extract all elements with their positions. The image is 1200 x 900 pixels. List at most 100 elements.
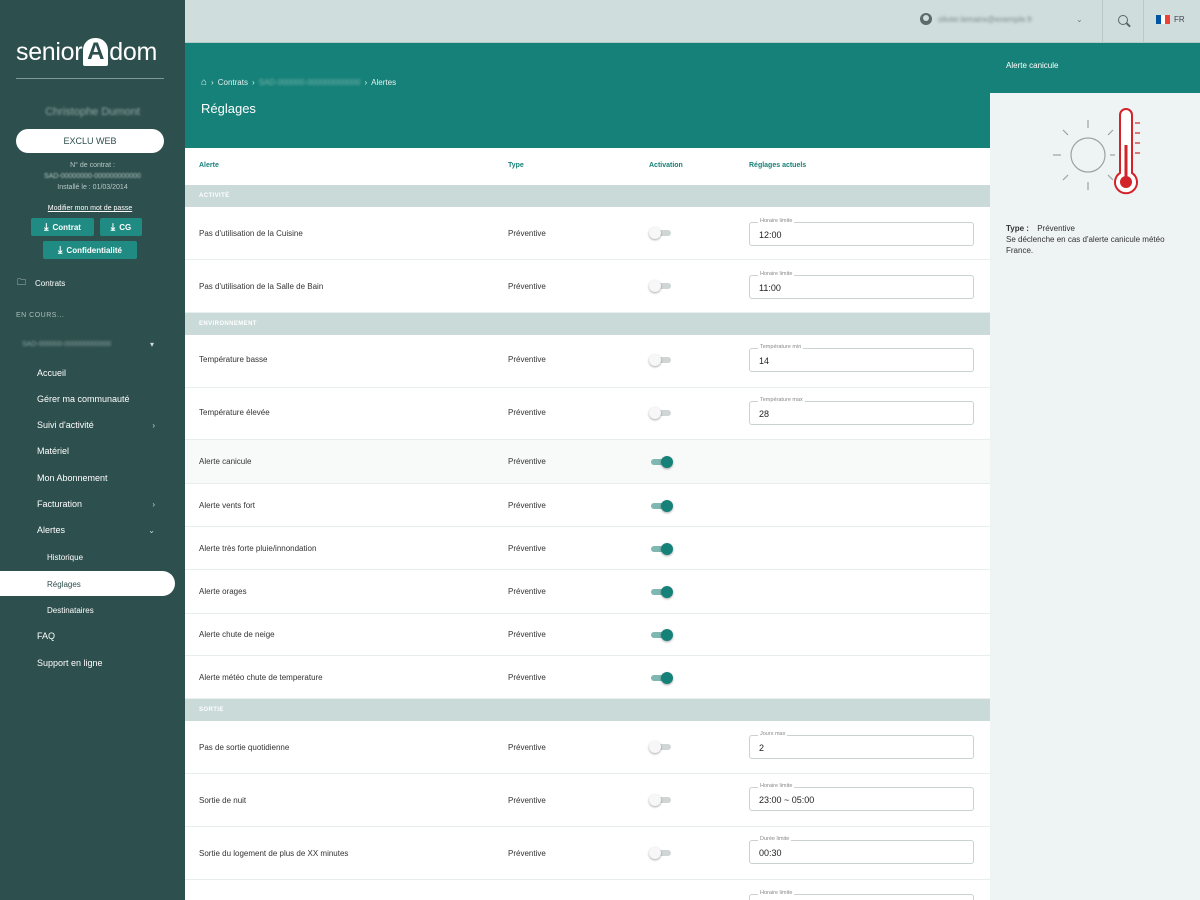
chevron-down-icon[interactable]: ▾ <box>150 340 154 349</box>
field-label: Température min <box>758 344 804 350</box>
breadcrumb: ⌂ › Contrats › SAD-000000-000000000000 ›… <box>201 77 396 88</box>
sidebar: senior A dom Christophe Dumont EXCLU WEB… <box>0 0 185 900</box>
table-row: Température élevée Préventive Températur… <box>185 388 990 440</box>
field-label: Durée limite <box>758 836 792 842</box>
table-row: Alerte météo chute de temperature Préven… <box>185 656 990 699</box>
chevron-right-icon: › <box>152 499 155 509</box>
activation-toggle[interactable] <box>649 280 673 292</box>
table-row: Pas d'utilisation de la Salle de Bain Pr… <box>185 260 990 313</box>
field-value: 11:00 <box>759 283 781 293</box>
table-row: Pas d'utilisation de la Cuisine Préventi… <box>185 207 990 260</box>
brand-text-right: dom <box>109 37 158 66</box>
setting-field[interactable]: Horaire limite 11:00 <box>749 271 974 299</box>
home-icon[interactable]: ⌂ <box>201 77 207 88</box>
table-row: Alerte très forte pluie/innondation Prév… <box>185 527 990 570</box>
activation-toggle[interactable] <box>649 543 673 555</box>
nav-destinataires[interactable]: Destinataires <box>0 603 185 617</box>
exclu-web-button[interactable]: EXCLU WEB <box>16 129 164 153</box>
setting-field[interactable]: Horaire limite 12:00 <box>749 218 974 246</box>
activation-toggle[interactable] <box>649 847 673 859</box>
field-value: 14 <box>759 356 770 366</box>
setting-field[interactable]: Horaire limite 23:00 ~ 05:00 <box>749 783 974 811</box>
activation-toggle[interactable] <box>649 456 673 468</box>
nav-accueil[interactable]: Accueil <box>0 366 185 380</box>
field-label: Horaire limite <box>758 890 795 896</box>
table-row[interactable]: Alerte canicule Préventive <box>185 440 990 484</box>
nav-contrats[interactable]: 🗀 Contrats <box>0 277 185 289</box>
setting-field[interactable]: Température max 28 <box>749 397 974 425</box>
alert-type: Préventive <box>508 849 546 858</box>
setting-field[interactable]: Température min 14 <box>749 344 974 372</box>
breadcrumb-contrats[interactable]: Contrats <box>218 78 248 87</box>
panel-header: Alerte canicule <box>990 43 1200 93</box>
nav-alertes[interactable]: Alertes ⌄ <box>0 523 185 537</box>
activation-toggle[interactable] <box>649 672 673 684</box>
download-contrat-button[interactable]: ⤓ Contrat <box>31 218 94 236</box>
logo-divider <box>16 78 164 79</box>
activation-toggle[interactable] <box>649 354 673 366</box>
setting-field[interactable]: Horaire limite <box>749 890 974 900</box>
activation-toggle[interactable] <box>649 629 673 641</box>
table-row: Horaire limite <box>185 880 990 900</box>
field-value: 2 <box>759 743 765 753</box>
current-contract-select[interactable]: SAD-000000-000000000000 <box>22 341 157 351</box>
nav-suivi-activite[interactable]: Suivi d'activité › <box>0 418 185 432</box>
panel-type-label: Type : <box>1006 224 1029 233</box>
alert-type: Préventive <box>508 501 546 510</box>
alert-type: Préventive <box>508 544 546 553</box>
topbar-divider <box>1102 0 1103 43</box>
breadcrumb-separator: › <box>211 78 214 87</box>
column-header-activation: Activation <box>649 162 683 169</box>
panel-title: Alerte canicule <box>1006 61 1059 70</box>
nav-abonnement[interactable]: Mon Abonnement <box>0 471 185 485</box>
nav-label: Alertes <box>37 525 66 535</box>
alert-type: Préventive <box>508 796 546 805</box>
language-selector[interactable]: FR <box>1156 15 1185 24</box>
field-label: Jours max <box>758 731 788 737</box>
nav-facturation[interactable]: Facturation › <box>0 497 185 511</box>
download-cg-button[interactable]: ⤓ CG <box>100 218 142 236</box>
install-date: Installé le : 01/03/2014 <box>57 184 128 191</box>
alert-name: Alerte canicule <box>199 457 252 466</box>
activation-toggle[interactable] <box>649 407 673 419</box>
brand-text-left: senior <box>16 37 83 66</box>
nav-historique[interactable]: Historique <box>0 550 185 564</box>
breadcrumb-alertes[interactable]: Alertes <box>371 78 396 87</box>
nav-materiel[interactable]: Matériel <box>0 444 185 458</box>
activation-toggle[interactable] <box>649 586 673 598</box>
france-flag-icon <box>1156 15 1171 24</box>
nav-gerer-communaute[interactable]: Gérer ma communauté <box>0 392 185 406</box>
alert-name: Sortie de nuit <box>199 796 247 805</box>
user-menu[interactable]: olivier.lemaire@exemple.fr ⌄ <box>920 13 1083 25</box>
user-account-icon <box>920 13 932 25</box>
field-label: Horaire limite <box>758 271 795 277</box>
download-icon: ⤓ <box>110 221 116 233</box>
download-confidentialite-button[interactable]: ⤓ Confidentialité <box>43 241 137 259</box>
nav-reglages[interactable]: Réglages <box>0 577 185 591</box>
breadcrumb-contract[interactable]: SAD-000000-000000000000 <box>259 78 361 87</box>
nav-faq[interactable]: FAQ <box>0 629 185 643</box>
activation-toggle[interactable] <box>649 227 673 239</box>
page-title: Réglages <box>201 101 256 116</box>
alert-type: Préventive <box>508 229 546 238</box>
setting-field[interactable]: Jours max 2 <box>749 731 974 759</box>
breadcrumb-separator: › <box>364 78 368 87</box>
section-label: SORTIE <box>199 707 224 713</box>
brand-a-house-icon: A <box>83 38 109 66</box>
activation-toggle[interactable] <box>649 794 673 806</box>
setting-field[interactable]: Durée limite 00:30 <box>749 836 974 864</box>
section-header-environnement: ENVIRONNEMENT <box>185 313 990 335</box>
section-header-activite: ACTIVITÉ <box>185 185 990 207</box>
alert-name: Alerte chute de neige <box>199 630 275 639</box>
modify-password-link[interactable]: Modifier mon mot de passe <box>0 205 180 212</box>
activation-toggle[interactable] <box>649 741 673 753</box>
search-icon[interactable] <box>1118 15 1128 25</box>
nav-label: Accueil <box>37 368 67 378</box>
brand-logo[interactable]: senior A dom <box>16 36 166 68</box>
user-email: olivier.lemaire@exemple.fr <box>938 14 1033 24</box>
nav-support[interactable]: Support en ligne <box>0 656 185 670</box>
download-icon: ⤓ <box>44 221 49 233</box>
nav-label: Réglages <box>47 579 81 589</box>
contract-number-label: N° de contrat : <box>70 162 115 169</box>
activation-toggle[interactable] <box>649 500 673 512</box>
